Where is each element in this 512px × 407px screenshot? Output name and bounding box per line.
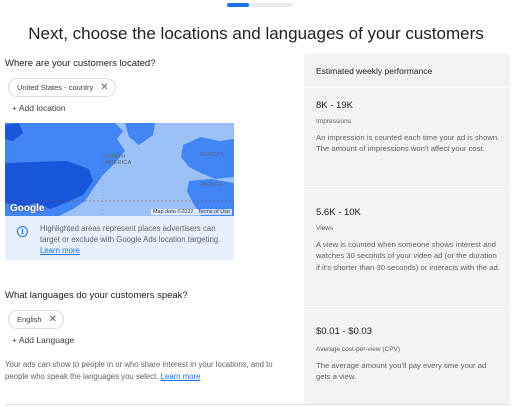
views-description: A view is counted when someone shows int…	[316, 240, 500, 272]
cpv-value: $0.01 - $0.03	[316, 326, 372, 337]
close-icon[interactable]: ✕	[49, 314, 57, 325]
languages-footnote: Your ads can show to people in or who sh…	[5, 359, 290, 382]
progress-bar-fill	[227, 3, 249, 7]
add-language-button[interactable]: + Add Language	[12, 335, 74, 345]
add-location-button[interactable]: + Add location	[12, 103, 66, 113]
views-label: Views	[316, 225, 334, 232]
progress-bar	[227, 3, 293, 7]
language-chip-english[interactable]: English ✕	[8, 310, 64, 329]
divider	[304, 306, 510, 307]
page-title: Next, choose the locations and languages…	[28, 24, 484, 43]
map-data-credit: Map data ©2022	[152, 209, 194, 215]
divider	[304, 186, 510, 187]
map-label-africa: AFRICA	[201, 182, 223, 188]
impressions-description: An impression is counted each time your …	[316, 133, 500, 154]
impressions-label: Impressions	[316, 118, 352, 125]
divider	[5, 404, 510, 405]
map-label-europe: EUROPE	[200, 152, 225, 158]
map-label-north-america-text: NORTH AMERICA	[105, 154, 132, 166]
location-chip-label: United States - country	[17, 83, 94, 92]
impressions-value: 8K - 19K	[316, 100, 353, 111]
location-chip-united-states[interactable]: United States - country ✕	[8, 78, 116, 97]
greenland-landmass	[125, 123, 155, 145]
location-info-text: Highlighted areas represent places adver…	[40, 223, 226, 260]
map-attribution: Map data ©2022 Terms of Use	[150, 209, 232, 215]
performance-panel: Estimated weekly performance 8K - 19K Im…	[304, 54, 510, 404]
languages-footnote-text: Your ads can show to people in or who sh…	[5, 360, 273, 381]
close-icon[interactable]: ✕	[100, 82, 108, 93]
cpv-label: Average cost-per-view (CPV)	[316, 346, 401, 353]
performance-title: Estimated weekly performance	[316, 66, 433, 76]
google-map-logo: Google	[10, 203, 45, 214]
locations-question: Where are your customers located?	[5, 58, 156, 69]
map-label-north-america: NORTH AMERICA	[105, 154, 132, 167]
map-terms-link[interactable]: Terms of Use	[198, 209, 230, 215]
language-chip-label: English	[17, 315, 42, 324]
info-icon: i	[17, 226, 28, 237]
location-learn-more-link[interactable]: Learn more	[40, 246, 80, 255]
divider	[304, 87, 510, 88]
views-value: 5.6K - 10K	[316, 207, 361, 218]
languages-learn-more-link[interactable]: Learn more	[161, 372, 201, 381]
location-info-message: Highlighted areas represent places adver…	[40, 224, 221, 244]
cpv-description: The average amount you'll pay every time…	[316, 361, 487, 382]
languages-question: What languages do your customers speak?	[5, 290, 188, 301]
location-info-box: i Highlighted areas represent places adv…	[5, 216, 234, 260]
location-map[interactable]: NORTH AMERICA EUROPE AFRICA Google Map d…	[5, 123, 234, 216]
